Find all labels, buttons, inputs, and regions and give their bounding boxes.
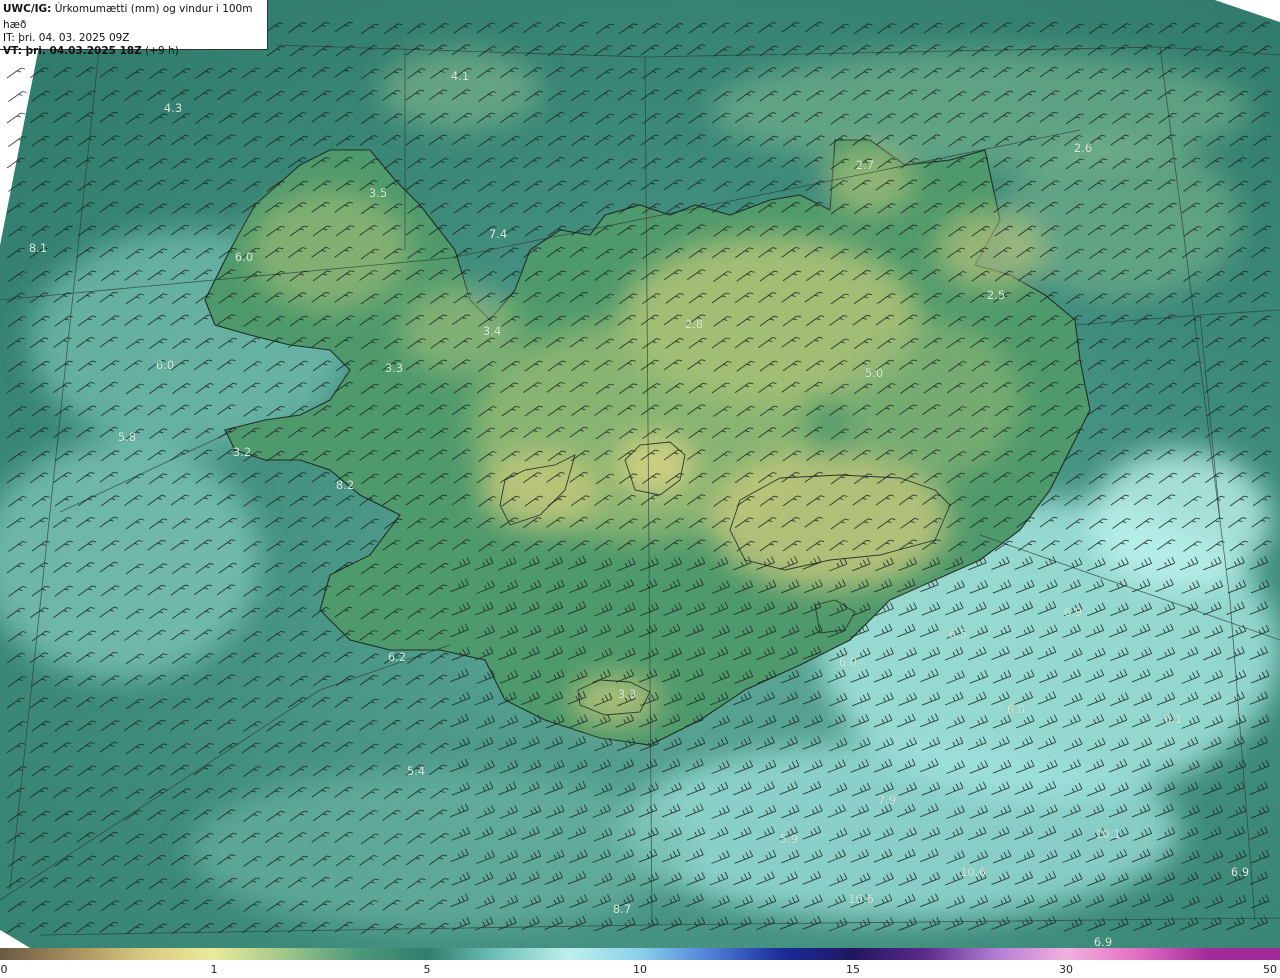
point-value-label: 5.4 bbox=[406, 764, 426, 778]
point-value-label: 6.5 bbox=[948, 627, 968, 641]
colorbar-segment bbox=[853, 948, 925, 960]
colorbar-legend: 0 1 5 10 15 30 50 bbox=[0, 948, 1280, 978]
point-value-label: 3.3 bbox=[617, 687, 637, 701]
colorbar-segment bbox=[1208, 948, 1280, 960]
point-value-label: 4.3 bbox=[163, 101, 183, 115]
point-value-label: 2.6 bbox=[1073, 141, 1093, 155]
point-value-label: 6.0 bbox=[838, 655, 858, 669]
colorbar-tick-label: 10 bbox=[633, 963, 647, 976]
colorbar-segment bbox=[782, 948, 854, 960]
colorbar-segment bbox=[213, 948, 285, 960]
colorbar-tick-label: 50 bbox=[1263, 963, 1277, 976]
colorbar-tick-label: 1 bbox=[210, 963, 218, 976]
colorbar-segment bbox=[568, 948, 640, 960]
point-value-label: 2.5 bbox=[986, 288, 1006, 302]
point-value-label: 6.1 bbox=[1163, 712, 1183, 726]
colorbar-strip bbox=[0, 948, 1280, 960]
point-value-label: 6.9 bbox=[1063, 605, 1083, 619]
point-value-label: 5.8 bbox=[117, 430, 137, 444]
point-value-label: 6.9 bbox=[1093, 935, 1113, 948]
colorbar-tick-label: 30 bbox=[1059, 963, 1073, 976]
point-value-label: 5.0 bbox=[864, 366, 884, 380]
colorbar-tick-label: 5 bbox=[423, 963, 431, 976]
colorbar-tick-label: 0 bbox=[0, 963, 8, 976]
colorbar-segment bbox=[497, 948, 569, 960]
point-value-label: 3.5 bbox=[368, 186, 388, 200]
point-value-label: 10.6 bbox=[960, 865, 986, 879]
colorbar-segment bbox=[711, 948, 783, 960]
point-value-label: 10.1 bbox=[1095, 827, 1121, 841]
colorbar-segment bbox=[1066, 948, 1138, 960]
valid-time: VT: þri. 04.03.2025 18Z bbox=[3, 45, 142, 57]
point-value-label: 8.1 bbox=[28, 241, 48, 255]
valid-time-line: VT: þri. 04.03.2025 18Z (+9 h) bbox=[3, 43, 264, 59]
point-value-label: 8.7 bbox=[612, 902, 632, 916]
colorbar-segment bbox=[355, 948, 427, 960]
forecast-info-box: UWC/IG: Úrkomumætti (mm) og vindur i 100… bbox=[0, 0, 268, 57]
precipitation-wind-map[interactable]: 4.1 4.3 3.5 8.1 6.0 7.4 2.7 2.6 3.4 2.8 … bbox=[0, 0, 1280, 948]
colorbar-segment bbox=[426, 948, 498, 960]
colorbar-segment bbox=[142, 948, 214, 960]
lead-time: (+9 h) bbox=[145, 45, 179, 57]
point-value-label: 7.9 bbox=[877, 793, 897, 807]
colorbar-segment bbox=[995, 948, 1067, 960]
point-value-label: 7.4 bbox=[488, 227, 508, 241]
colorbar-segment bbox=[284, 948, 356, 960]
colorbar-segment bbox=[0, 948, 72, 960]
point-value-label: 6.0 bbox=[234, 250, 254, 264]
point-value-label: 2.8 bbox=[684, 317, 704, 331]
point-value-label: 8.2 bbox=[335, 478, 355, 492]
colorbar-segment bbox=[924, 948, 996, 960]
point-value-label: 6.9 bbox=[1230, 865, 1250, 879]
point-value-label: 5.9 bbox=[779, 832, 799, 846]
point-value-label: 3.4 bbox=[482, 324, 502, 338]
point-value-label: 6.2 bbox=[387, 650, 407, 664]
point-value-label: 4.1 bbox=[450, 69, 470, 83]
point-value-label: 3.3 bbox=[384, 361, 404, 375]
colorbar-segment bbox=[71, 948, 143, 960]
point-value-label: 6.0 bbox=[155, 358, 175, 372]
point-value-label: 10.6 bbox=[848, 892, 874, 906]
colorbar-tick-label: 15 bbox=[846, 963, 860, 976]
colorbar-segment bbox=[1137, 948, 1209, 960]
point-value-label: 3.2 bbox=[232, 445, 252, 459]
colorbar-segment bbox=[639, 948, 712, 960]
model-name: UWC/IG: bbox=[3, 3, 52, 15]
point-value-label: 6.0 bbox=[1006, 702, 1026, 716]
title-line: UWC/IG: Úrkomumætti (mm) og vindur i 100… bbox=[3, 1, 264, 33]
point-value-label: 2.7 bbox=[855, 158, 875, 172]
